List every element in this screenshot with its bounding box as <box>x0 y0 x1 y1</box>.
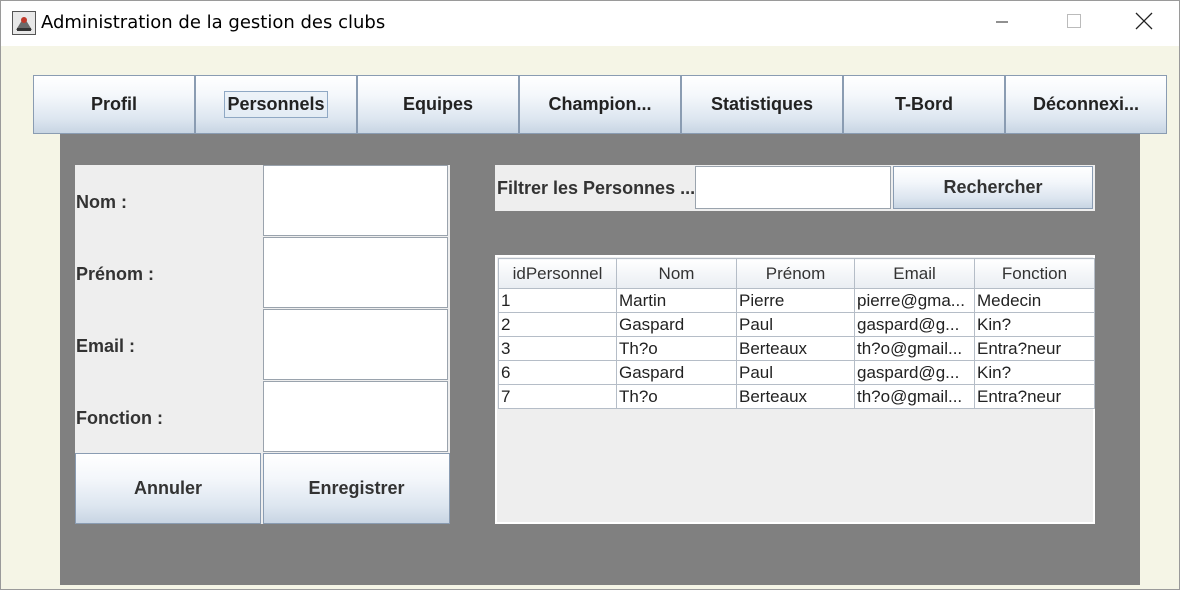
table-cell[interactable]: Berteaux <box>736 384 855 409</box>
table-cell[interactable]: Gaspard <box>616 360 737 385</box>
column-header-fonction[interactable]: Fonction <box>974 258 1095 289</box>
table-cell[interactable]: Kin? <box>974 312 1095 337</box>
fonction-field[interactable] <box>263 381 448 452</box>
minimize-icon <box>995 14 1009 33</box>
table-row[interactable]: 2 Gaspard Paul gaspard@g... Kin? <box>498 312 1095 337</box>
personnel-grid: idPersonnel Nom Prénom Email Fonction 1 … <box>498 258 1095 409</box>
tab-label: Champion... <box>548 94 652 114</box>
table-cell[interactable]: Th?o <box>616 384 737 409</box>
table-cell[interactable]: Kin? <box>974 360 1095 385</box>
email-field[interactable] <box>263 309 448 380</box>
prenom-label: Prénom : <box>76 264 155 284</box>
main-tab-bar: Profil Personnels Equipes Champion... St… <box>33 75 1167 134</box>
table-cell[interactable]: 2 <box>498 312 617 337</box>
close-button[interactable] <box>1108 0 1180 46</box>
minimize-button[interactable] <box>966 0 1038 46</box>
title-bar: Administration de la gestion des clubs <box>0 0 1180 46</box>
window-title: Administration de la gestion des clubs <box>41 12 386 33</box>
fonction-label: Fonction : <box>76 408 163 428</box>
tab-label: Personnels <box>224 91 328 118</box>
java-app-icon <box>12 11 36 35</box>
personnel-table: idPersonnel Nom Prénom Email Fonction 1 … <box>495 255 1095 524</box>
table-cell[interactable]: 1 <box>498 288 617 313</box>
tab-championnats[interactable]: Champion... <box>519 75 681 134</box>
filter-input[interactable] <box>695 166 891 209</box>
table-row[interactable]: 6 Gaspard Paul gaspard@g... Kin? <box>498 360 1095 385</box>
table-cell[interactable]: 3 <box>498 336 617 361</box>
table-cell[interactable]: Martin <box>616 288 737 313</box>
save-button[interactable]: Enregistrer <box>263 453 450 524</box>
maximize-button[interactable] <box>1038 0 1110 46</box>
table-cell[interactable]: Gaspard <box>616 312 737 337</box>
table-cell[interactable]: Entra?neur <box>974 384 1095 409</box>
filter-label: Filtrer les Personnes ... <box>497 178 696 198</box>
tab-label: Déconnexi... <box>1032 94 1140 114</box>
table-cell[interactable]: Medecin <box>974 288 1095 313</box>
tab-tbord[interactable]: T-Bord <box>843 75 1005 134</box>
table-cell[interactable]: Th?o <box>616 336 737 361</box>
close-icon <box>1135 12 1153 34</box>
table-cell[interactable]: gaspard@g... <box>854 360 975 385</box>
tab-label: Statistiques <box>710 94 814 114</box>
email-label: Email : <box>76 336 136 356</box>
nom-label: Nom : <box>76 192 127 212</box>
maximize-icon <box>1066 13 1082 33</box>
table-cell[interactable]: gaspard@g... <box>854 312 975 337</box>
search-button[interactable]: Rechercher <box>893 166 1093 209</box>
nom-field[interactable] <box>263 165 448 236</box>
tab-label: Profil <box>90 94 137 114</box>
column-header-nom[interactable]: Nom <box>616 258 737 289</box>
table-row[interactable]: 7 Th?o Berteaux th?o@gmail... Entra?neur <box>498 384 1095 409</box>
column-header-prenom[interactable]: Prénom <box>736 258 855 289</box>
tab-equipes[interactable]: Equipes <box>357 75 519 134</box>
table-row[interactable]: 3 Th?o Berteaux th?o@gmail... Entra?neur <box>498 336 1095 361</box>
cancel-button[interactable]: Annuler <box>75 453 261 524</box>
table-cell[interactable]: th?o@gmail... <box>854 336 975 361</box>
prenom-field[interactable] <box>263 237 448 308</box>
tab-personnels[interactable]: Personnels <box>195 75 357 134</box>
tab-label: Equipes <box>402 94 473 114</box>
table-cell[interactable]: pierre@gma... <box>854 288 975 313</box>
table-cell[interactable]: th?o@gmail... <box>854 384 975 409</box>
tab-profil[interactable]: Profil <box>33 75 195 134</box>
table-cell[interactable]: Paul <box>736 312 855 337</box>
tab-statistiques[interactable]: Statistiques <box>681 75 843 134</box>
table-cell[interactable]: 6 <box>498 360 617 385</box>
table-cell[interactable]: Entra?neur <box>974 336 1095 361</box>
tab-deconnexion[interactable]: Déconnexi... <box>1005 75 1167 134</box>
column-header-idpersonnel[interactable]: idPersonnel <box>498 258 617 289</box>
column-header-email[interactable]: Email <box>854 258 975 289</box>
table-cell[interactable]: Pierre <box>736 288 855 313</box>
table-cell[interactable]: Paul <box>736 360 855 385</box>
table-cell[interactable]: 7 <box>498 384 617 409</box>
table-header-row: idPersonnel Nom Prénom Email Fonction <box>498 258 1095 289</box>
table-cell[interactable]: Berteaux <box>736 336 855 361</box>
table-row[interactable]: 1 Martin Pierre pierre@gma... Medecin <box>498 288 1095 313</box>
tab-label: T-Bord <box>895 94 953 114</box>
